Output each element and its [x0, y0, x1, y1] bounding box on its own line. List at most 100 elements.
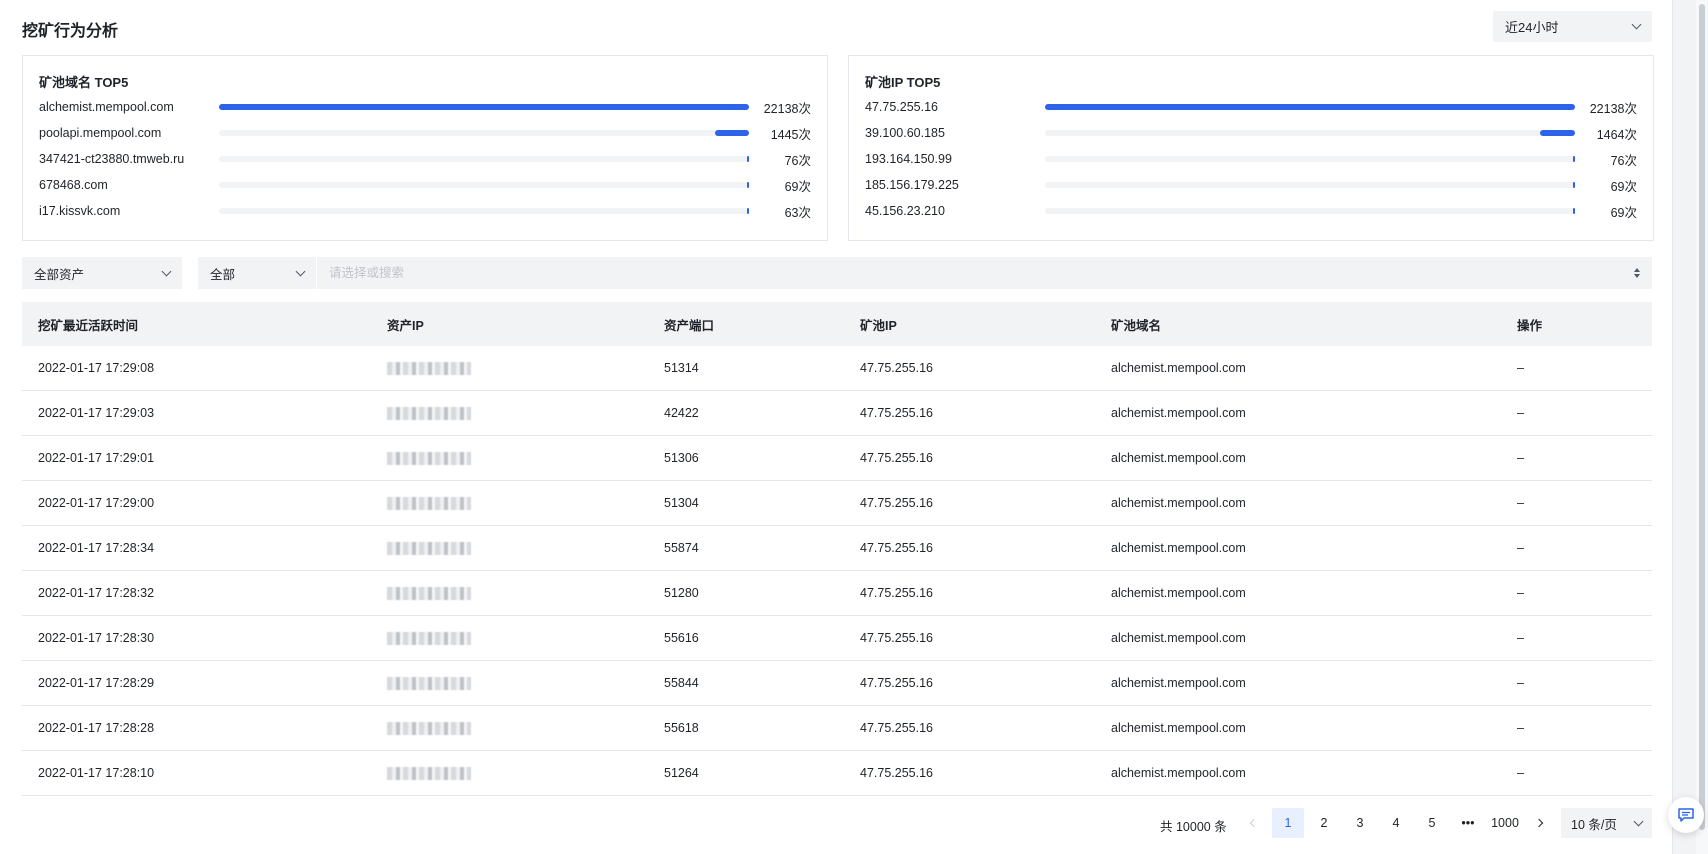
rank-bar-track: [1045, 130, 1575, 136]
rank-value: 69次: [784, 179, 811, 194]
table-row[interactable]: 2022-01-17 17:28:10 51264 47.75.255.16 alch…: [22, 751, 1652, 796]
cell-time: 2022-01-17 17:28:28: [38, 721, 155, 735]
prev-page-button[interactable]: [1236, 808, 1268, 838]
table-row[interactable]: 2022-01-17 17:28:34 55874 47.75.255.16 alch…: [22, 526, 1652, 571]
page-button-last[interactable]: 1000: [1488, 808, 1522, 838]
cell-asset-port: 51314: [664, 361, 699, 375]
col-header-action: 操作: [1517, 318, 1543, 333]
pagination-total: 共 10000 条: [1160, 820, 1227, 834]
time-range-value: 近24小时: [1505, 20, 1559, 35]
redacted-ip: [387, 407, 471, 421]
redacted-ip: [387, 722, 471, 736]
message-icon: [1678, 808, 1694, 822]
pagination: 共 10000 条 1 2 3 4 5 ••• 1000 10 条/页: [0, 806, 1652, 840]
cell-action: –: [1517, 766, 1524, 780]
rank-bar-fill: [747, 156, 749, 162]
rank-label: 39.100.60.185: [865, 126, 945, 140]
cell-action: –: [1517, 541, 1524, 555]
cell-pool-ip: 47.75.255.16: [860, 496, 933, 510]
table-row[interactable]: 2022-01-17 17:28:30 55616 47.75.255.16 alch…: [22, 616, 1652, 661]
rank-value: 22138次: [763, 101, 811, 116]
page-ellipsis-button[interactable]: •••: [1452, 808, 1484, 838]
rank-label: i17.kissvk.com: [39, 204, 121, 218]
rank-bar-track: [1045, 182, 1575, 188]
asset-filter-select[interactable]: 全部资产: [22, 257, 182, 289]
cell-asset-ip: [387, 361, 664, 376]
rank-label: 45.156.23.210: [865, 204, 945, 218]
col-header-pool-ip: 矿池IP: [860, 318, 897, 333]
rank-label: alchemist.mempool.com: [39, 100, 174, 114]
page-button-2[interactable]: 2: [1308, 808, 1340, 838]
cell-time: 2022-01-17 17:28:34: [38, 541, 155, 555]
asset-filter-value: 全部资产: [34, 267, 85, 282]
cell-asset-port: 55618: [664, 721, 699, 735]
sort-updown-icon: [1634, 268, 1640, 278]
cell-pool-domain: alchemist.mempool.com: [1111, 676, 1246, 690]
rank-row: 678468.com 69次: [39, 175, 811, 195]
cell-time: 2022-01-17 17:28:32: [38, 586, 155, 600]
table-row[interactable]: 2022-01-17 17:29:01 51306 47.75.255.16 alch…: [22, 436, 1652, 481]
table-row[interactable]: 2022-01-17 17:28:32 51280 47.75.255.16 alch…: [22, 571, 1652, 616]
cell-pool-domain: alchemist.mempool.com: [1111, 361, 1246, 375]
next-page-button[interactable]: [1524, 808, 1556, 838]
rank-bar-fill: [1573, 208, 1575, 214]
cell-action: –: [1517, 451, 1524, 465]
cell-asset-ip: [387, 541, 664, 556]
rank-label: poolapi.mempool.com: [39, 126, 162, 140]
page-button-1[interactable]: 1: [1272, 808, 1304, 838]
page-button-3[interactable]: 3: [1344, 808, 1376, 838]
ip-top5-title: 矿池IP TOP5: [865, 75, 941, 90]
cell-time: 2022-01-17 17:29:03: [38, 406, 155, 420]
rank-label: 678468.com: [39, 178, 108, 192]
table-row[interactable]: 2022-01-17 17:28:29 55844 47.75.255.16 alch…: [22, 661, 1652, 706]
cell-asset-ip: [387, 721, 664, 736]
rank-row: 193.164.150.99 76次: [865, 149, 1637, 169]
rank-row: 347421-ct23880.tmweb.ru 76次: [39, 149, 811, 169]
cell-time: 2022-01-17 17:29:08: [38, 361, 155, 375]
scrollbar-thumb[interactable]: [1699, 4, 1705, 830]
col-header-asset-port: 资产端口: [664, 318, 715, 333]
table-header: 挖矿最近活跃时间 资产IP 资产端口 矿池IP 矿池域名 操作: [22, 302, 1652, 346]
cell-pool-ip: 47.75.255.16: [860, 586, 933, 600]
rank-value: 1464次: [1596, 127, 1637, 142]
col-header-pool-domain: 矿池域名: [1111, 318, 1162, 333]
cell-pool-domain: alchemist.mempool.com: [1111, 496, 1246, 510]
cell-asset-ip: [387, 496, 664, 511]
redacted-ip: [387, 587, 471, 601]
page-size-select[interactable]: 10 条/页: [1561, 808, 1652, 838]
cell-pool-ip: 47.75.255.16: [860, 766, 933, 780]
page-button-5[interactable]: 5: [1416, 808, 1448, 838]
table-row[interactable]: 2022-01-17 17:29:00 51304 47.75.255.16 alch…: [22, 481, 1652, 526]
page-button-4[interactable]: 4: [1380, 808, 1412, 838]
search-box[interactable]: [317, 257, 1652, 289]
chevron-down-icon: [161, 266, 172, 276]
page-size-value: 10 条/页: [1571, 817, 1617, 832]
rank-value: 63次: [784, 205, 811, 220]
cell-time: 2022-01-17 17:28:10: [38, 766, 155, 780]
table-row[interactable]: 2022-01-17 17:29:08 51314 47.75.255.16 alch…: [22, 346, 1652, 391]
rank-bar-fill: [747, 208, 749, 214]
cell-pool-ip: 47.75.255.16: [860, 676, 933, 690]
feedback-button[interactable]: [1668, 797, 1704, 833]
cell-pool-ip: 47.75.255.16: [860, 361, 933, 375]
rank-row: 185.156.179.225 69次: [865, 175, 1637, 195]
cell-pool-domain: alchemist.mempool.com: [1111, 766, 1246, 780]
type-filter-select[interactable]: 全部: [198, 257, 316, 289]
search-input[interactable]: [329, 266, 1634, 280]
time-range-select[interactable]: 近24小时: [1493, 11, 1652, 42]
chevron-down-icon: [295, 266, 306, 276]
filter-bar: 全部资产 全部: [22, 257, 1652, 289]
cell-action: –: [1517, 586, 1524, 600]
table-row[interactable]: 2022-01-17 17:29:03 42422 47.75.255.16 alch…: [22, 391, 1652, 436]
redacted-ip: [387, 452, 471, 466]
cell-time: 2022-01-17 17:28:30: [38, 631, 155, 645]
cell-asset-ip: [387, 586, 664, 601]
cell-asset-port: 55874: [664, 541, 699, 555]
rank-bar-track: [1045, 104, 1575, 110]
type-filter-value: 全部: [210, 267, 236, 282]
rank-label: 193.164.150.99: [865, 152, 952, 166]
cell-action: –: [1517, 496, 1524, 510]
cell-asset-ip: [387, 676, 664, 691]
table-row[interactable]: 2022-01-17 17:28:28 55618 47.75.255.16 alch…: [22, 706, 1652, 751]
cell-asset-ip: [387, 406, 664, 421]
